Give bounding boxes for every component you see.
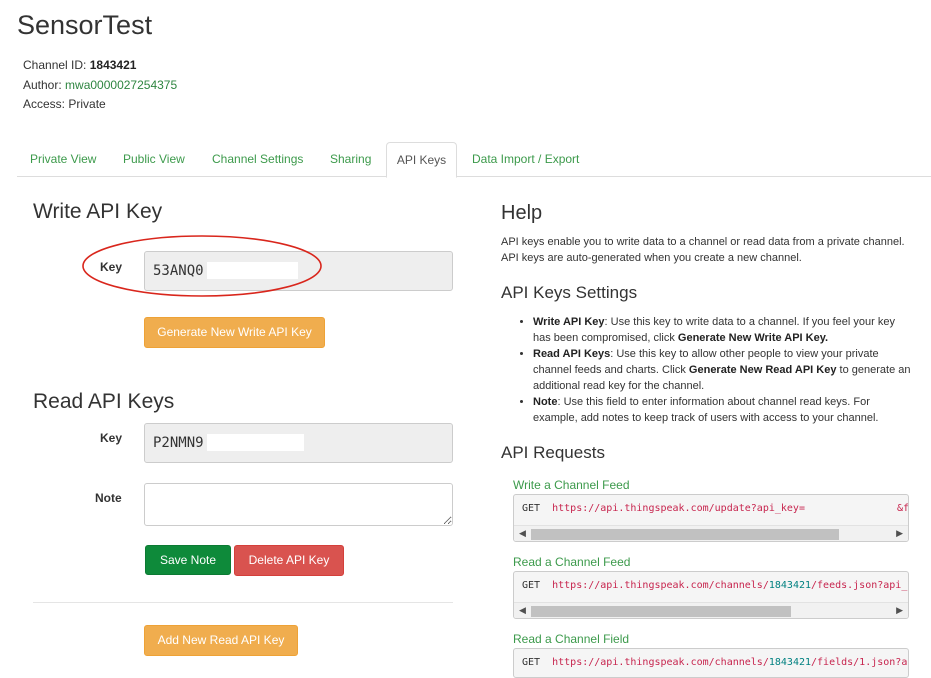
tab-sharing[interactable]: Sharing bbox=[330, 142, 371, 177]
tab-channel-settings[interactable]: Channel Settings bbox=[212, 142, 303, 177]
request-url: /feeds.json?api_key=F bbox=[811, 580, 908, 591]
save-note-button[interactable]: Save Note bbox=[145, 545, 231, 575]
request-read-feed-code[interactable]: GET https://api.thingspeak.com/channels/… bbox=[513, 571, 909, 619]
redaction-box bbox=[207, 434, 304, 451]
access-line: Access: Private bbox=[23, 97, 106, 111]
list-item: Read API Keys: Use this key to allow oth… bbox=[533, 346, 913, 394]
access-value: Private bbox=[68, 97, 106, 111]
request-code-line: GET https://api.thingspeak.com/channels/… bbox=[522, 580, 908, 591]
setting-bold: Generate New Read API Key bbox=[688, 364, 837, 376]
channel-tabs: Private View Public View Channel Setting… bbox=[17, 142, 931, 178]
list-item: Note: Use this field to enter informatio… bbox=[533, 394, 913, 426]
request-url: https://api.thingspeak.com/channels/ bbox=[552, 580, 769, 591]
api-requests-title: API Requests bbox=[501, 443, 605, 462]
delete-api-key-button[interactable]: Delete API Key bbox=[234, 545, 344, 576]
request-code-line: GET https://api.thingspeak.com/update?ap… bbox=[522, 503, 909, 514]
horizontal-scrollbar[interactable]: ◀ ▶ bbox=[514, 602, 908, 618]
read-api-keys-title: Read API Keys bbox=[33, 390, 175, 413]
generate-write-api-key-button[interactable]: Generate New Write API Key bbox=[144, 317, 325, 348]
request-write-feed-link[interactable]: Write a Channel Feed bbox=[513, 478, 630, 492]
scroll-right-icon[interactable]: ▶ bbox=[896, 528, 903, 539]
annotation-ellipse bbox=[82, 235, 322, 297]
scroll-left-icon[interactable]: ◀ bbox=[519, 528, 526, 539]
request-read-field-link[interactable]: Read a Channel Field bbox=[513, 632, 629, 646]
request-url: https://api.thingspeak.com/channels/ bbox=[552, 657, 769, 668]
note-label: Note bbox=[95, 491, 122, 505]
help-intro: API keys enable you to write data to a c… bbox=[501, 236, 905, 264]
channel-id-label: Channel ID: bbox=[23, 58, 87, 72]
request-channel-id: 1843421 bbox=[768, 657, 812, 668]
setting-term: Read API Keys bbox=[533, 348, 611, 360]
tab-public-view[interactable]: Public View bbox=[123, 142, 185, 177]
request-read-feed-link[interactable]: Read a Channel Feed bbox=[513, 555, 630, 569]
request-method: GET bbox=[522, 657, 541, 668]
setting-term: Note bbox=[533, 396, 558, 408]
scroll-thumb[interactable] bbox=[531, 529, 839, 540]
setting-text: : Use this field to enter information ab… bbox=[533, 396, 879, 424]
request-read-field-code[interactable]: GET https://api.thingspeak.com/channels/… bbox=[513, 648, 909, 678]
api-keys-settings-title: API Keys Settings bbox=[501, 283, 638, 302]
write-api-key-title: Write API Key bbox=[33, 200, 163, 223]
channel-title: SensorTest bbox=[17, 10, 153, 40]
request-write-feed-code[interactable]: GET https://api.thingspeak.com/update?ap… bbox=[513, 494, 909, 542]
channel-id-value: 1843421 bbox=[89, 58, 137, 72]
setting-term: Write API Key bbox=[533, 316, 605, 328]
divider bbox=[33, 602, 453, 603]
request-url: https://api.thingspeak.com/update?api_ke… bbox=[552, 503, 805, 514]
request-url: &field bbox=[896, 503, 909, 514]
read-key-label: Key bbox=[100, 431, 123, 445]
request-url: /fields/1.json?api_ke bbox=[811, 657, 908, 668]
request-method: GET bbox=[522, 580, 541, 591]
scroll-thumb[interactable] bbox=[531, 606, 791, 617]
scroll-left-icon[interactable]: ◀ bbox=[519, 605, 526, 616]
note-textarea[interactable] bbox=[144, 483, 453, 526]
channel-id-line: Channel ID: 1843421 bbox=[23, 58, 136, 72]
request-code-line: GET https://api.thingspeak.com/channels/… bbox=[522, 657, 908, 668]
tab-data-import-export[interactable]: Data Import / Export bbox=[472, 142, 579, 177]
author-line: Author: mwa0000027254375 bbox=[23, 78, 177, 92]
read-api-key-value: P2NMN9 bbox=[153, 435, 204, 451]
request-channel-id: 1843421 bbox=[768, 580, 812, 591]
help-title: Help bbox=[501, 202, 543, 224]
horizontal-scrollbar[interactable]: ◀ ▶ bbox=[514, 525, 908, 541]
author-link[interactable]: mwa0000027254375 bbox=[65, 78, 177, 92]
api-keys-settings-list: Write API Key: Use this key to write dat… bbox=[501, 314, 913, 426]
annotation-ellipse-shape bbox=[82, 235, 322, 297]
tab-private-view[interactable]: Private View bbox=[30, 142, 96, 177]
add-read-api-key-button[interactable]: Add New Read API Key bbox=[144, 625, 298, 656]
tab-api-keys[interactable]: API Keys bbox=[386, 142, 457, 178]
scroll-right-icon[interactable]: ▶ bbox=[896, 605, 903, 616]
author-label: Author: bbox=[23, 78, 62, 92]
request-method: GET bbox=[522, 503, 541, 514]
setting-bold: Generate New Write API Key. bbox=[677, 332, 829, 344]
list-item: Write API Key: Use this key to write dat… bbox=[533, 314, 913, 346]
access-label: Access: bbox=[23, 97, 66, 111]
